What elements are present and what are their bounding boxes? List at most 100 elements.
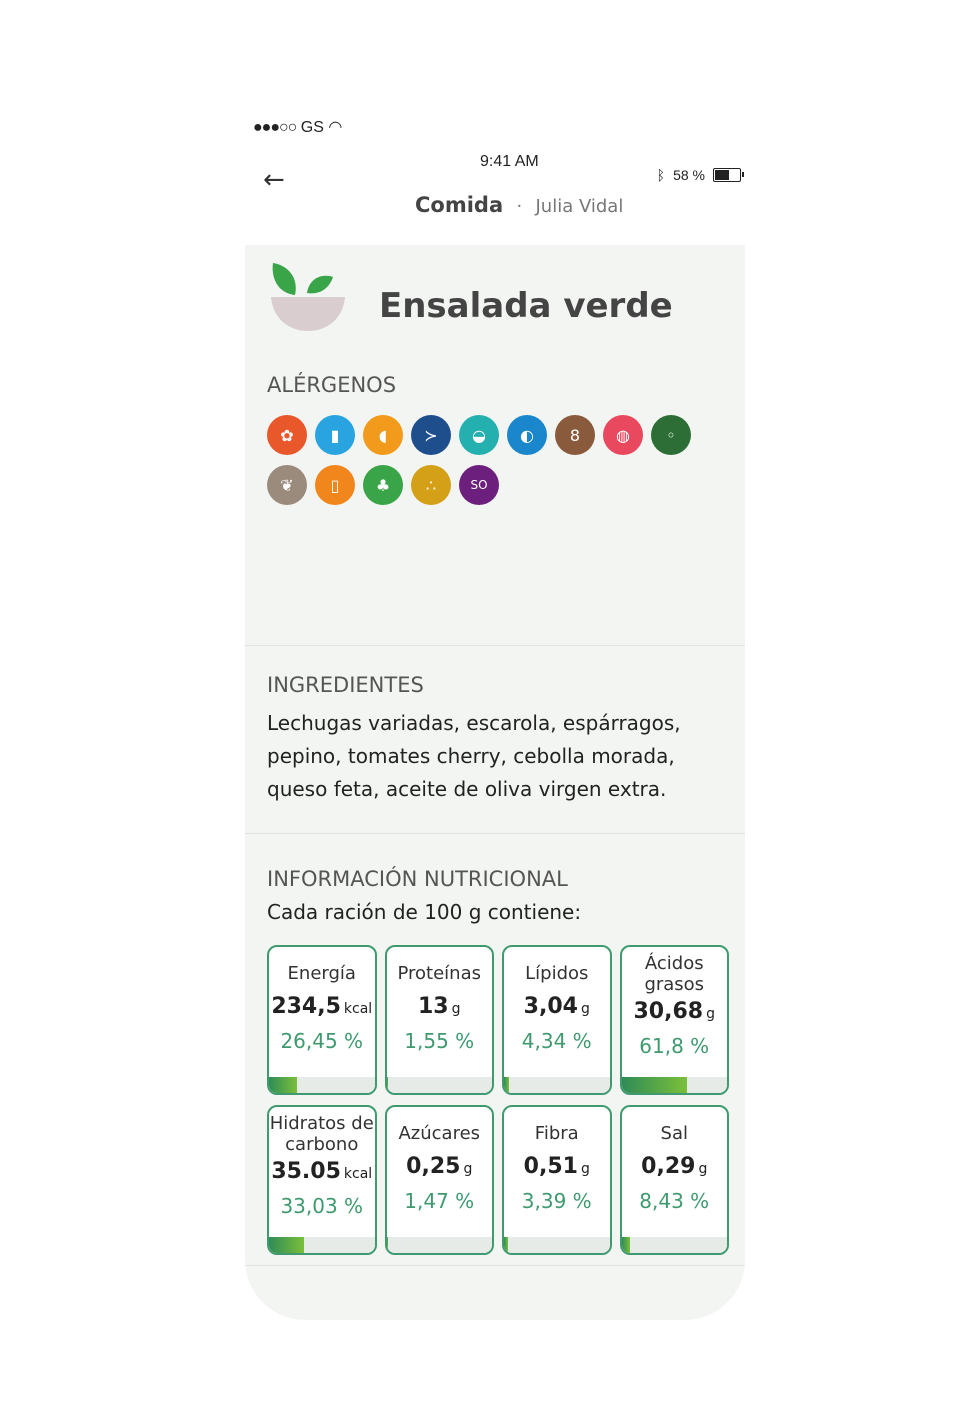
nutrient-name: Sal: [660, 1123, 688, 1144]
nutrient-percent: 26,45 %: [280, 1029, 364, 1053]
nutrient-progress-fill: [621, 1237, 631, 1253]
nutrient-progress-bar: [504, 1077, 610, 1093]
lupin-icon: ❦: [267, 465, 307, 505]
nutrient-progress-fill: [504, 1077, 509, 1093]
nutrient-progress-bar: [386, 1237, 492, 1253]
nutrient-progress-bar: [269, 1237, 375, 1253]
nutrient-amount: 0,29: [641, 1154, 696, 1179]
status-time: 9:41 AM: [480, 153, 539, 170]
nutrient-percent: 3,39 %: [521, 1189, 592, 1213]
nutrient-amount: 30,68: [633, 999, 704, 1024]
nutrient-progress-fill: [269, 1077, 297, 1093]
egg-icon: ◖: [363, 415, 403, 455]
nutrient-progress-bar: [386, 1077, 492, 1093]
nutrient-amount: 0,25: [406, 1154, 461, 1179]
page-title-separator: ·: [516, 196, 523, 217]
dish-header: Ensalada verde: [267, 255, 673, 335]
nutrition-label: INFORMACIÓN NUTRICIONAL: [267, 867, 568, 891]
back-arrow-icon[interactable]: ←: [263, 165, 285, 195]
salad-bowl-icon: [267, 255, 349, 335]
nutrition-grid: Energía 234,5 kcal 26,45 % Proteínas 13 g 1,55 …: [267, 945, 729, 1255]
page-title-user: Julia Vidal: [535, 196, 624, 217]
nutrient-value: 234,5 kcal: [269, 994, 375, 1019]
carrier-signal: ●●●○○ GS ◠: [253, 117, 342, 137]
ingredients-text: Lechugas variadas, escarola, espárragos,…: [267, 711, 681, 801]
fish-icon: ≻: [411, 415, 451, 455]
nutrient-progress-bar: [504, 1237, 610, 1253]
sesame-icon: ∴: [411, 465, 451, 505]
nutrient-progress-fill: [386, 1237, 389, 1253]
dish-detail-content: Ensalada verde ALÉRGENOS ✿ ▮ ◖ ≻ ◒ ◐ 8 ◍ ◦ ❦ ▯ ♣ ∴ SO…: [245, 245, 745, 1320]
nutrient-amount: 13: [417, 994, 449, 1019]
nutrient-value: 35.05 kcal: [269, 1159, 375, 1184]
nutrient-progress-fill: [269, 1237, 304, 1253]
nutrient-card: Lípidos 3,04 g 4,34 %: [502, 945, 612, 1095]
mustard-icon: ▯: [315, 465, 355, 505]
nutrient-unit: g: [698, 1161, 708, 1177]
carrier-name: GS: [300, 119, 324, 136]
status-bar: ●●●○○ GS ◠ 9:41 AM ᛒ 58 %: [245, 105, 745, 195]
battery-percent: 58 %: [673, 167, 705, 183]
nutrient-progress-fill: [386, 1077, 389, 1093]
nutrient-progress-bar: [621, 1237, 727, 1253]
nutrient-card: Azúcares 0,25 g 1,47 %: [384, 1105, 494, 1255]
divider: [245, 1265, 745, 1266]
nutrient-unit: kcal: [343, 1166, 373, 1182]
nuts-icon: ◍: [603, 415, 643, 455]
mollusc-icon: ◐: [507, 415, 547, 455]
nutrient-name: Fibra: [534, 1123, 579, 1144]
gluten-icon: ✿: [267, 415, 307, 455]
battery-status: ᛒ 58 %: [656, 167, 744, 183]
page-title: Comida · Julia Vidal: [415, 193, 623, 217]
nutrient-unit: g: [706, 1006, 715, 1022]
page-title-main: Comida: [415, 193, 504, 217]
celery-icon: ♣: [363, 465, 403, 505]
soy-icon: ◦: [651, 415, 691, 455]
divider: [245, 645, 745, 646]
nutrient-card: Fibra 0,51 g 3,39 %: [502, 1105, 612, 1255]
nutrient-percent: 1,55 %: [404, 1029, 475, 1053]
allergen-list: ✿ ▮ ◖ ≻ ◒ ◐ 8 ◍ ◦ ❦ ▯ ♣ ∴ SO: [267, 415, 737, 505]
wifi-icon: ◠: [328, 119, 343, 136]
nutrient-value: 0,25 g: [387, 1154, 493, 1179]
sulphites-icon: SO: [459, 465, 499, 505]
nutrient-value: 0,51 g: [504, 1154, 610, 1179]
nutrient-progress-fill: [621, 1077, 687, 1093]
nutrient-name: Ácidos grasos: [644, 953, 705, 995]
nutrient-unit: g: [580, 1001, 590, 1017]
nutrient-amount: 3,04: [523, 994, 578, 1019]
nutrient-progress-bar: [269, 1077, 375, 1093]
nutrient-unit: g: [580, 1161, 590, 1177]
nutrient-card: Proteínas 13 g 1,55 %: [384, 945, 494, 1095]
nutrient-percent: 33,03 %: [280, 1194, 364, 1218]
nutrient-amount: 35.05: [271, 1159, 341, 1184]
nutrient-progress-bar: [621, 1077, 727, 1093]
nutrient-name: Energía: [287, 963, 356, 984]
nutrient-progress-fill: [504, 1237, 508, 1253]
nutrient-unit: kcal: [343, 1001, 373, 1017]
peanut-icon: 8: [555, 415, 595, 455]
nutrient-card: Sal 0,29 g 8,43 %: [619, 1105, 729, 1255]
divider: [245, 833, 745, 834]
shellfish-icon: ◒: [459, 415, 499, 455]
bluetooth-icon: ᛒ: [656, 167, 666, 183]
nutrient-value: 13 g: [387, 994, 493, 1019]
nutrient-percent: 4,34 %: [521, 1029, 592, 1053]
nutrient-name: Proteínas: [397, 963, 481, 984]
nutrient-name: Hidratos de carbono: [269, 1113, 374, 1155]
nutrient-value: 0,29 g: [622, 1154, 728, 1179]
nutrient-unit: g: [463, 1161, 473, 1177]
milk-icon: ▮: [315, 415, 355, 455]
nutrient-percent: 8,43 %: [639, 1189, 710, 1213]
dish-title: Ensalada verde: [379, 286, 673, 326]
nutrient-value: 30,68 g: [622, 999, 728, 1024]
nutrient-amount: 234,5: [271, 994, 341, 1019]
nutrient-percent: 61,8 %: [639, 1034, 710, 1058]
nutrient-unit: g: [451, 1001, 461, 1017]
nutrient-card: Ácidos grasos 30,68 g 61,8 %: [619, 945, 729, 1095]
nutrition-subtitle: Cada ración de 100 g contiene:: [267, 900, 582, 924]
nutrient-amount: 0,51: [523, 1154, 578, 1179]
phone-screen: ●●●○○ GS ◠ 9:41 AM ᛒ 58 % ← Comida · Jul…: [245, 105, 745, 1320]
ingredients-label: INGREDIENTES: [267, 673, 424, 697]
signal-icon: ●●●○○: [253, 119, 297, 136]
